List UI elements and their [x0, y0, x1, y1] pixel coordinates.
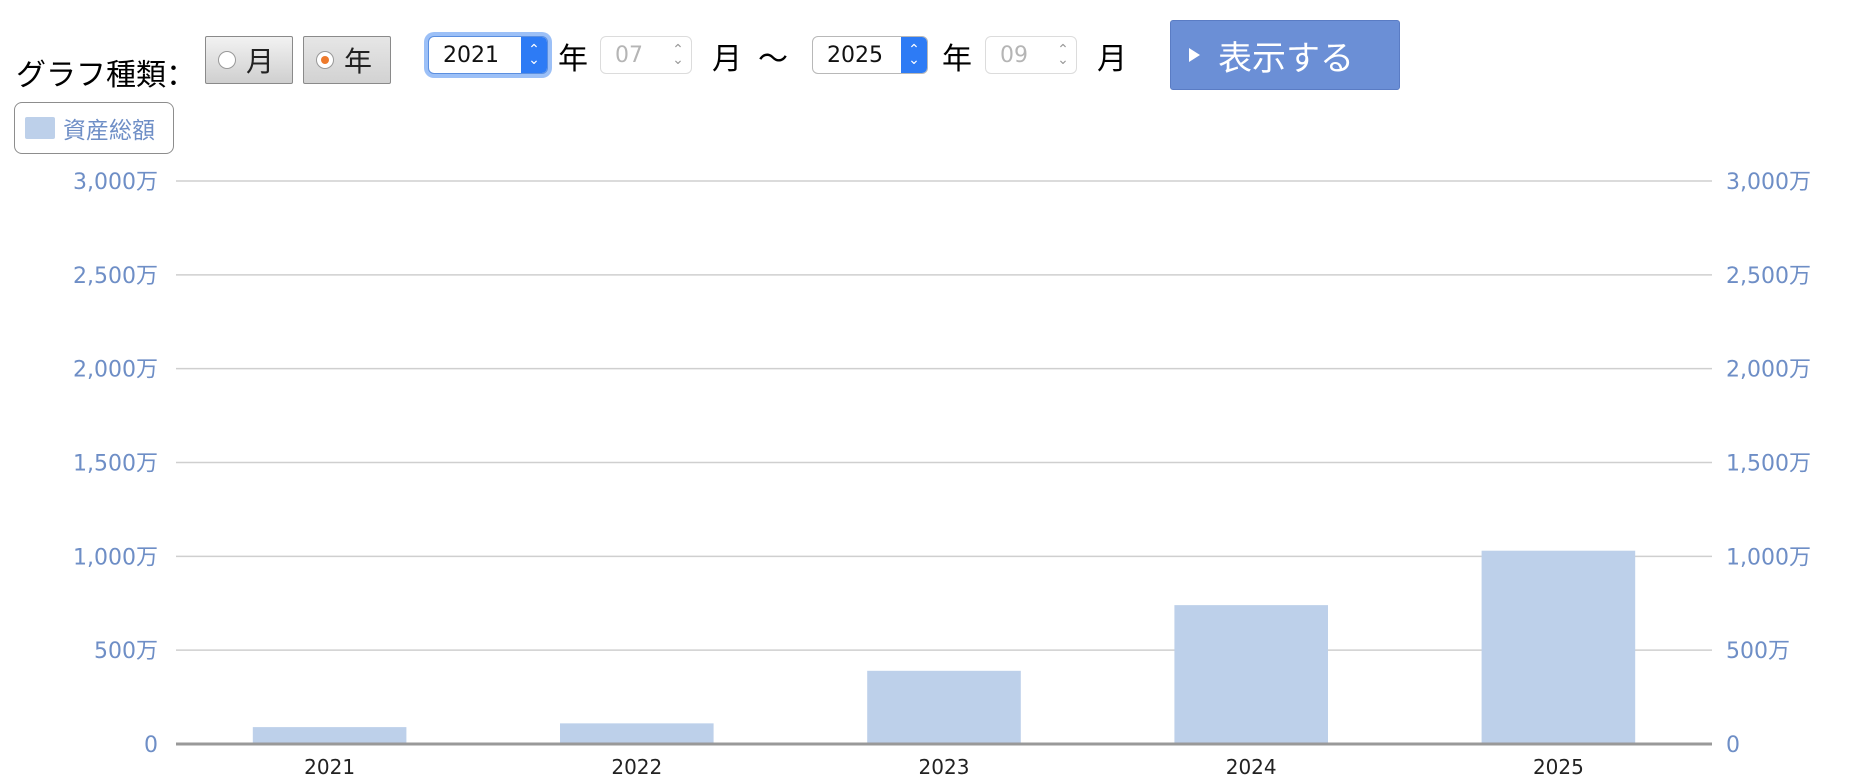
y-tick-label-right: 2,000万	[1726, 358, 1811, 383]
y-tick-label-right: 1,000万	[1726, 545, 1811, 570]
bar	[1174, 605, 1328, 744]
x-tick-label: 2023	[919, 755, 970, 779]
y-tick-label-left: 500万	[94, 639, 158, 664]
y-tick-label-left: 1,000万	[73, 545, 158, 570]
bar	[1481, 550, 1636, 744]
y-tick-label-right: 0	[1726, 733, 1740, 758]
y-tick-label-left: 2,500万	[73, 264, 158, 289]
y-tick-label-left: 3,000万	[73, 170, 158, 195]
x-tick-label: 2022	[611, 755, 662, 779]
bar-chart: 0 0 500万 500万 1,000万 1,000万 1,500万 1,500万 2,000万…	[73, 170, 1811, 779]
y-tick-label-right: 1,500万	[1726, 452, 1811, 477]
x-tick-label: 2025	[1533, 755, 1584, 779]
bar	[560, 723, 714, 744]
x-tick-label: 2024	[1226, 755, 1277, 779]
y-tick-label-right: 500万	[1726, 639, 1790, 664]
y-tick-label-right: 3,000万	[1726, 170, 1811, 195]
y-tick-label-right: 2,500万	[1726, 264, 1811, 289]
bar	[867, 670, 1021, 744]
y-tick-label-left: 0	[144, 733, 158, 758]
x-tick-label: 2021	[304, 755, 355, 779]
bar	[252, 727, 407, 744]
y-tick-label-left: 2,000万	[73, 358, 158, 383]
y-tick-label-left: 1,500万	[73, 452, 158, 477]
